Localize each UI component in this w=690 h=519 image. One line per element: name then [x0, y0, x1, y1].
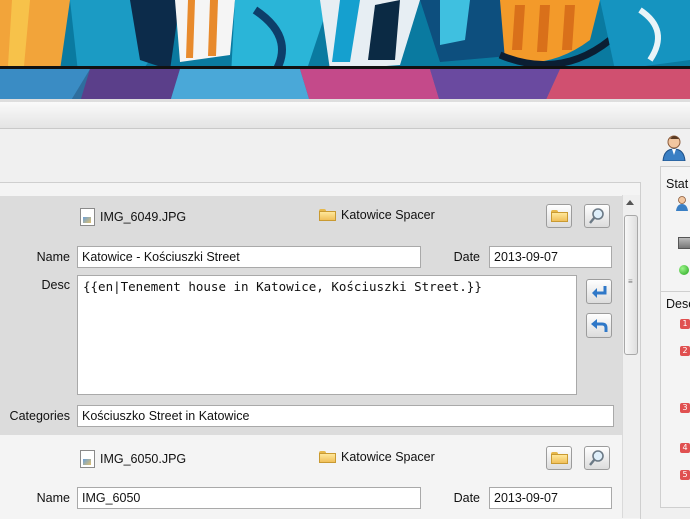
categories-label: Categories	[9, 409, 70, 423]
date-field[interactable]: 2013-09-07	[489, 487, 612, 509]
online-status-icon	[679, 265, 689, 275]
badge-1: 1	[680, 319, 690, 329]
badge-5: 5	[680, 470, 690, 480]
folder-name: Katowice Spacer	[341, 208, 435, 222]
enter-arrow-icon	[592, 285, 607, 298]
magnifier-icon	[589, 208, 604, 224]
date-field[interactable]: 2013-09-07	[489, 246, 612, 268]
file-entry: IMG_6050.JPG	[80, 450, 186, 468]
folder-name: Katowice Spacer	[341, 450, 435, 464]
folder-icon	[550, 210, 568, 222]
header-banner	[0, 0, 690, 102]
name-label: Name	[36, 250, 70, 264]
list-item: IMG_6049.JPG Katowice Spacer Name Katowi…	[0, 196, 622, 435]
image-file-icon	[80, 208, 95, 226]
undo-button[interactable]	[586, 313, 612, 338]
upload-list: IMG_6049.JPG Katowice Spacer Name Katowi…	[0, 182, 641, 519]
name-field[interactable]: Katowice - Kościuszki Street	[77, 246, 421, 268]
folder-icon	[550, 452, 568, 464]
undo-arrow-icon	[591, 318, 608, 332]
scroll-thumb[interactable]: ≡	[624, 215, 638, 355]
folder-entry: Katowice Spacer	[319, 450, 435, 464]
preview-button[interactable]	[584, 446, 610, 470]
filename: IMG_6049.JPG	[100, 210, 187, 224]
vertical-scrollbar[interactable]: ≡	[622, 195, 640, 518]
desc-textarea[interactable]: {{en|Tenement house in Katowice, Kościus…	[77, 275, 577, 395]
image-file-icon	[80, 450, 95, 468]
badge-3: 3	[680, 403, 690, 413]
preview-button[interactable]	[584, 204, 610, 228]
file-entry: IMG_6049.JPG	[80, 208, 186, 226]
name-field[interactable]: IMG_6050	[77, 487, 421, 509]
divider	[661, 291, 690, 292]
status-panel: Stat Desc 1 2 3 4 5	[660, 166, 690, 508]
status-label: Stat	[666, 177, 689, 191]
list-item: IMG_6050.JPG Katowice Spacer Name IMG_60…	[0, 435, 622, 519]
name-label: Name	[36, 491, 70, 505]
magnifier-icon	[589, 450, 604, 466]
folder-icon	[319, 451, 336, 463]
open-folder-button[interactable]	[546, 204, 572, 228]
date-label: Date	[453, 250, 480, 264]
insert-template-button[interactable]	[586, 279, 612, 304]
desc-label: Desc	[41, 278, 70, 292]
folder-icon	[319, 209, 336, 221]
badge-4: 4	[680, 443, 690, 453]
date-label: Date	[453, 491, 480, 505]
user-icon[interactable]	[660, 133, 688, 164]
badge-2: 2	[680, 346, 690, 356]
user-small-icon	[676, 196, 688, 211]
categories-field[interactable]: Kościuszko Street in Katowice	[77, 405, 614, 427]
open-folder-button[interactable]	[546, 446, 572, 470]
grip-icon: ≡	[628, 277, 633, 286]
filename: IMG_6050.JPG	[100, 452, 187, 466]
folder-entry: Katowice Spacer	[319, 208, 435, 222]
desc-section-label: Desc	[666, 297, 690, 311]
server-icon	[678, 237, 690, 249]
toolbar-strip	[0, 102, 690, 129]
scroll-up-arrow-icon[interactable]	[626, 200, 634, 205]
